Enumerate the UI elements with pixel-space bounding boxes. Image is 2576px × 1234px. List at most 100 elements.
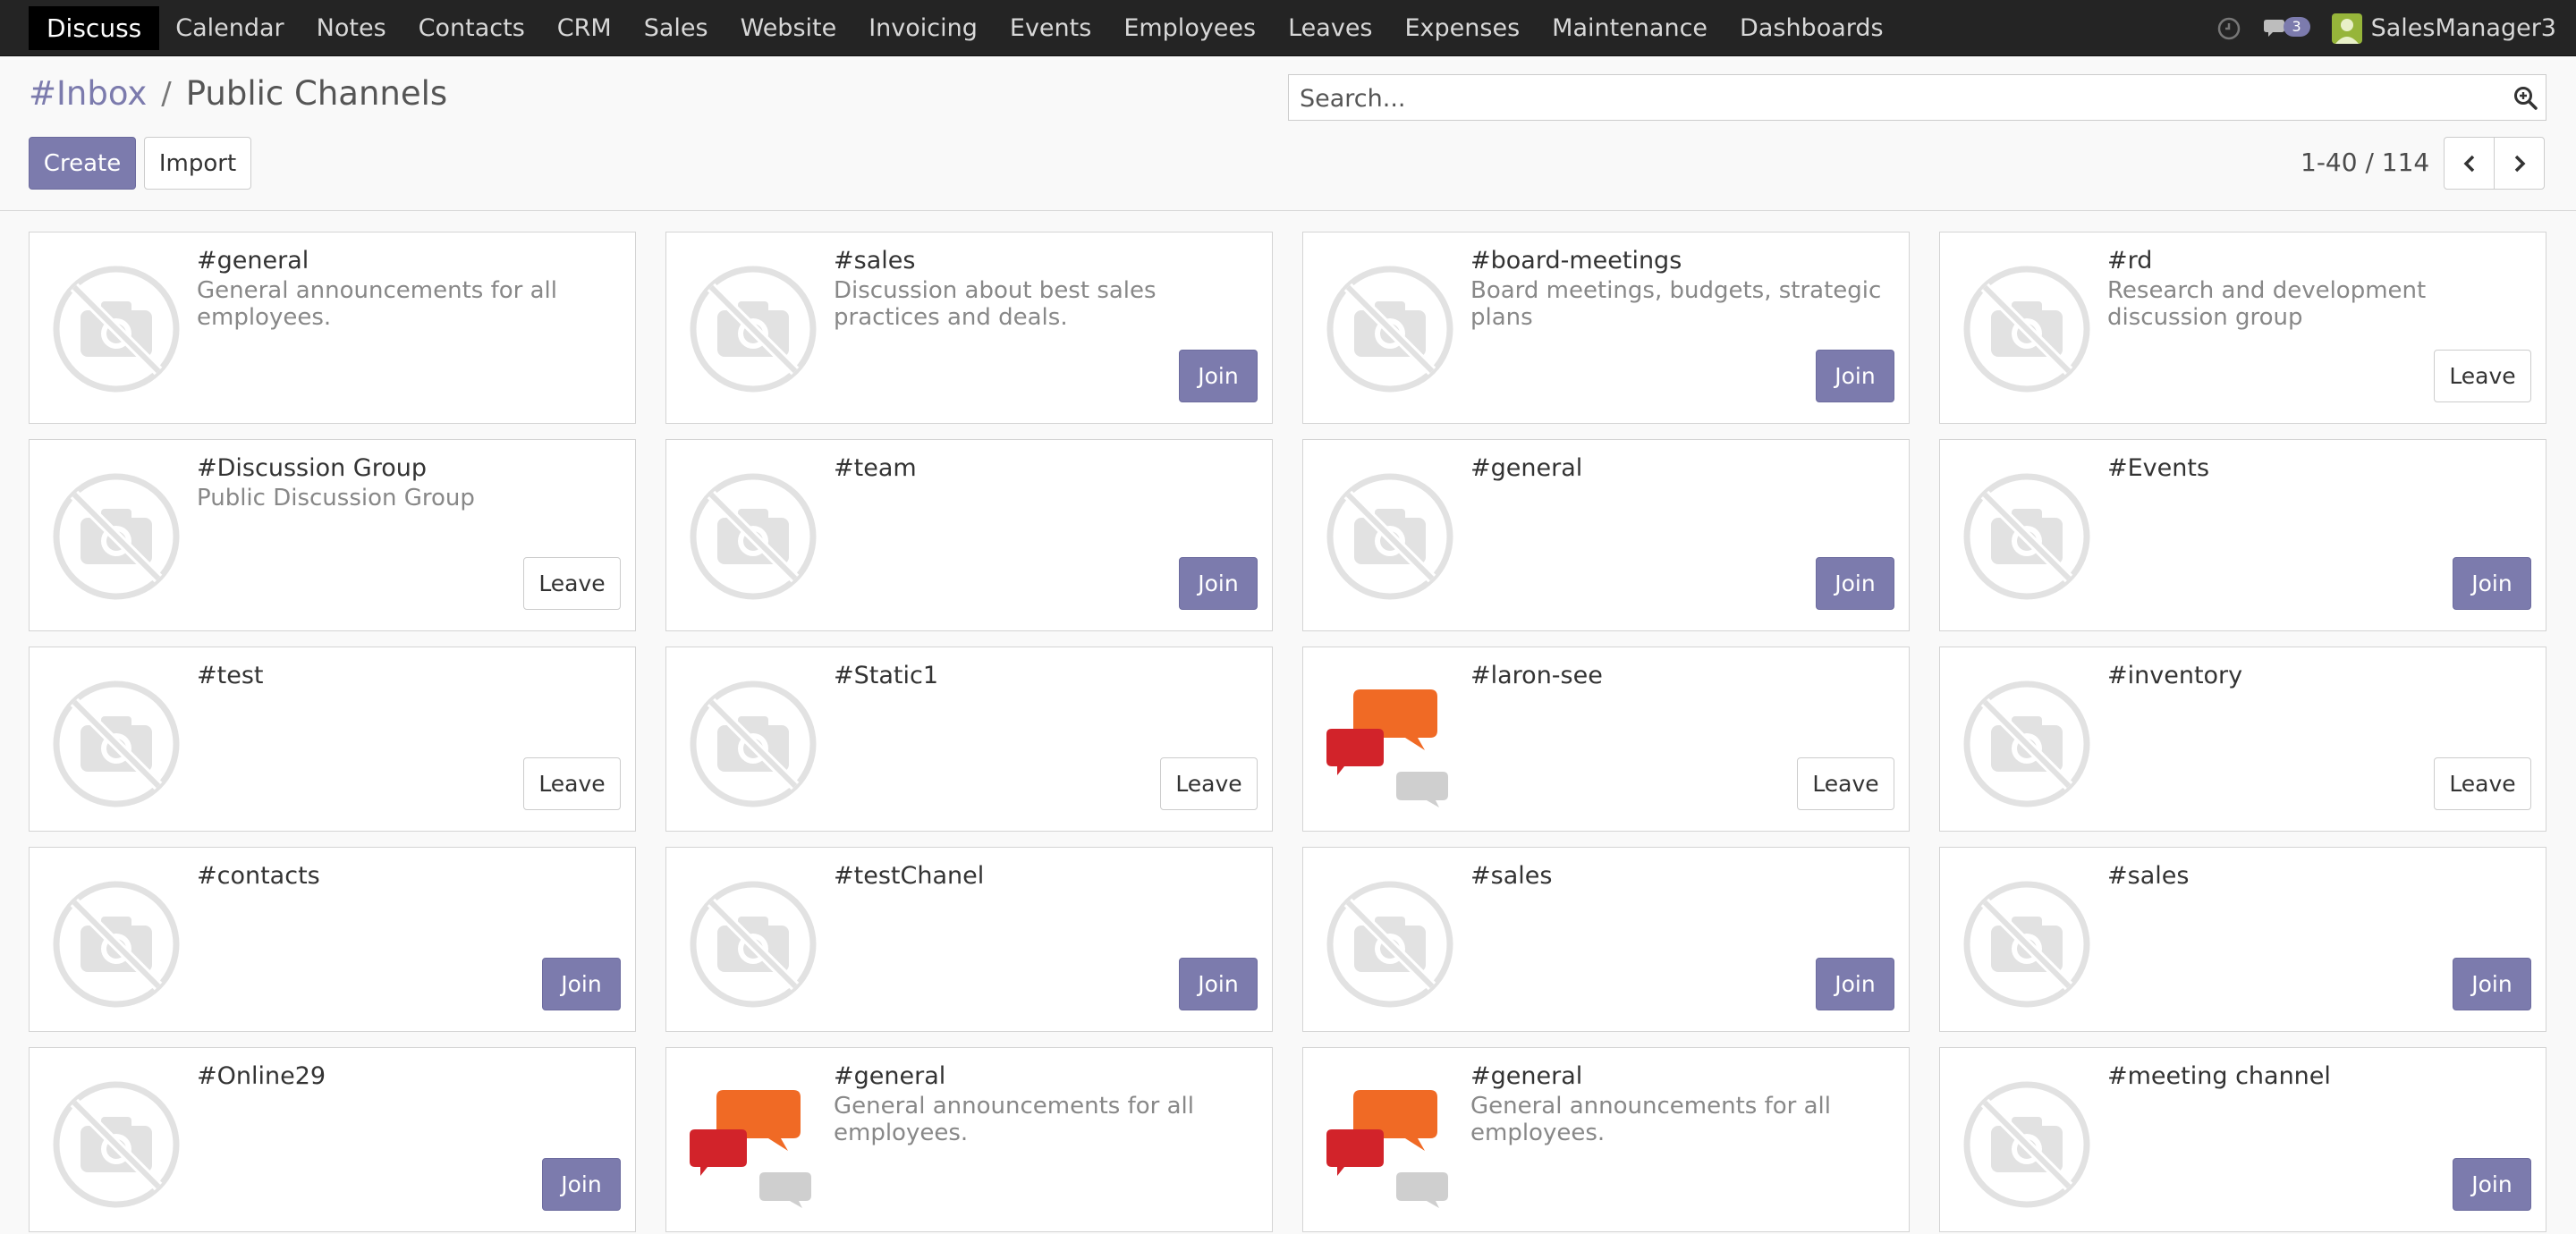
join-button[interactable]: Join (1816, 350, 1894, 402)
menu-item-website[interactable]: Website (724, 0, 853, 55)
breadcrumb: #Inbox / Public Channels (29, 74, 447, 113)
no-image-icon (53, 473, 180, 600)
messages-menu[interactable]: 3 (2263, 15, 2310, 42)
channel-card[interactable]: #testChanel Join (665, 847, 1273, 1032)
create-button[interactable]: Create (29, 137, 136, 190)
channel-image (1962, 1079, 2092, 1210)
join-button[interactable]: Join (1179, 557, 1258, 610)
leave-button[interactable]: Leave (2434, 350, 2531, 402)
leave-button[interactable]: Leave (523, 557, 621, 610)
search-input[interactable] (1298, 75, 2482, 122)
channel-card[interactable]: #sales Discussion about best sales practi… (665, 232, 1273, 424)
channel-name: #meeting channel (2107, 1062, 2331, 1090)
join-button[interactable]: Join (2453, 1158, 2531, 1211)
channel-card[interactable]: #laron-see Leave (1302, 647, 1910, 832)
channel-description: Research and development discussion grou… (2107, 277, 2427, 331)
menu-item-leaves[interactable]: Leaves (1272, 0, 1388, 55)
channel-card[interactable]: #Online29 Join (29, 1047, 636, 1232)
no-image-icon (53, 1081, 180, 1208)
leave-button[interactable]: Leave (523, 757, 621, 810)
channel-image (51, 679, 182, 809)
menu-item-notes[interactable]: Notes (301, 0, 402, 55)
leave-button[interactable]: Leave (1160, 757, 1258, 810)
channel-card[interactable]: #board-meetings Board meetings, budgets, … (1302, 232, 1910, 424)
app-menu: Calendar Notes Contacts CRM Sales Websit… (159, 0, 1899, 55)
channel-description: General announcements for all employees. (1470, 1093, 1831, 1146)
control-panel: #Inbox / Public Channels Create Import 1… (0, 56, 2576, 211)
channel-image (1325, 879, 1455, 1010)
import-button[interactable]: Import (144, 137, 251, 190)
channel-name: #sales (1470, 862, 1553, 890)
no-image-icon (1963, 473, 2090, 600)
no-image-icon (53, 680, 180, 807)
menu-item-maintenance[interactable]: Maintenance (1536, 0, 1724, 55)
menu-item-expenses[interactable]: Expenses (1389, 0, 1537, 55)
channel-card[interactable]: #general Join (1302, 439, 1910, 631)
channel-card[interactable]: #Static1 Leave (665, 647, 1273, 832)
channel-card[interactable]: #general General announcements for all em… (29, 232, 636, 424)
breadcrumb-inbox[interactable]: #Inbox (29, 74, 147, 113)
chevron-left-icon (2463, 155, 2474, 172)
channel-name: #test (197, 662, 264, 689)
channel-card[interactable]: #general General announcements for all em… (665, 1047, 1273, 1232)
join-button[interactable]: Join (1816, 958, 1894, 1010)
channel-card[interactable]: #inventory Leave (1939, 647, 2546, 832)
menu-item-calendar[interactable]: Calendar (159, 0, 300, 55)
channel-name: #board-meetings (1470, 247, 1682, 275)
user-menu[interactable]: SalesManager3 (2331, 13, 2556, 44)
menu-item-sales[interactable]: Sales (628, 0, 724, 55)
leave-button[interactable]: Leave (1797, 757, 1894, 810)
channel-card[interactable]: #contacts Join (29, 847, 636, 1032)
channel-card[interactable]: #general General announcements for all em… (1302, 1047, 1910, 1232)
channel-image (1962, 264, 2092, 394)
menu-item-events[interactable]: Events (994, 0, 1107, 55)
channel-card[interactable]: #sales Join (1302, 847, 1910, 1032)
join-button[interactable]: Join (542, 1158, 621, 1211)
app-brand-discuss[interactable]: Discuss (29, 5, 160, 50)
join-button[interactable]: Join (542, 958, 621, 1010)
channel-name: #general (1470, 1062, 1583, 1090)
channel-card[interactable]: #team Join (665, 439, 1273, 631)
breadcrumb-separator: / (161, 75, 172, 112)
leave-button[interactable]: Leave (2434, 757, 2531, 810)
search-icon[interactable] (2513, 86, 2538, 111)
pager-next-button[interactable] (2494, 137, 2545, 190)
menu-item-contacts[interactable]: Contacts (402, 0, 541, 55)
channel-description: Discussion about best sales practices an… (834, 277, 1157, 331)
channel-image (51, 471, 182, 602)
join-button[interactable]: Join (1179, 958, 1258, 1010)
channel-image (51, 264, 182, 394)
chat-bubbles-icon (1326, 689, 1448, 807)
top-navbar: Discuss Calendar Notes Contacts CRM Sale… (0, 0, 2576, 56)
channel-card[interactable]: #meeting channel Join (1939, 1047, 2546, 1232)
channel-card[interactable]: #rd Research and development discussion g… (1939, 232, 2546, 424)
channel-card[interactable]: #test Leave (29, 647, 636, 832)
channel-name: #inventory (2107, 662, 2243, 689)
pager-value[interactable]: 1-40 / 114 (2301, 148, 2429, 177)
menu-item-invoicing[interactable]: Invoicing (852, 0, 994, 55)
channel-name: #Discussion Group (197, 454, 427, 482)
join-button[interactable]: Join (2453, 557, 2531, 610)
menu-item-employees[interactable]: Employees (1107, 0, 1272, 55)
channel-card[interactable]: #Events Join (1939, 439, 2546, 631)
channel-card[interactable]: #sales Join (1939, 847, 2546, 1032)
menu-item-dashboards[interactable]: Dashboards (1724, 0, 1900, 55)
channel-image (1325, 471, 1455, 602)
no-image-icon (1963, 680, 2090, 807)
clock-icon[interactable] (2217, 17, 2241, 40)
menu-item-crm[interactable]: CRM (541, 0, 628, 55)
no-image-icon (1326, 266, 1453, 393)
channel-card[interactable]: #Discussion Group Public Discussion Group… (29, 439, 636, 631)
no-image-icon (690, 266, 817, 393)
channel-name: #laron-see (1470, 662, 1603, 689)
no-image-icon (53, 266, 180, 393)
pager-previous-button[interactable] (2444, 137, 2495, 190)
channel-description: General announcements for all employees. (197, 277, 557, 331)
no-image-icon (690, 473, 817, 600)
channel-image (1962, 879, 2092, 1010)
join-button[interactable]: Join (1816, 557, 1894, 610)
channel-image (1325, 1079, 1455, 1210)
no-image-icon (1326, 881, 1453, 1008)
join-button[interactable]: Join (1179, 350, 1258, 402)
join-button[interactable]: Join (2453, 958, 2531, 1010)
